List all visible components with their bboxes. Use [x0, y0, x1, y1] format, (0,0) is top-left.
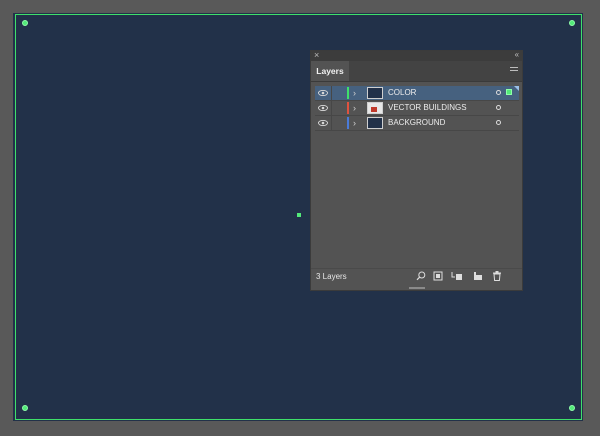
selection-center-point [297, 213, 301, 217]
panel-footer: 3 Layers [311, 268, 522, 285]
lock-toggle[interactable] [331, 101, 347, 115]
expand-chevron-icon[interactable]: › [353, 86, 356, 100]
search-icon[interactable] [415, 270, 427, 282]
layers-panel: × ‹‹ Layers › COLOR › VECTOR BUILDINGS ›… [310, 50, 523, 291]
layer-thumbnail [367, 117, 383, 129]
selection-handle-bottom-right[interactable] [569, 405, 575, 411]
layer-row-color[interactable]: › COLOR [315, 86, 519, 101]
lock-toggle[interactable] [331, 86, 347, 100]
panel-tab-bar: Layers [311, 61, 522, 82]
selection-handle-top-right[interactable] [569, 20, 575, 26]
layer-row-background[interactable]: › BACKGROUND [315, 116, 519, 131]
visibility-eye-icon[interactable] [315, 101, 330, 115]
expand-chevron-icon[interactable]: › [353, 101, 356, 115]
selection-indicator[interactable] [506, 89, 512, 95]
layer-count: 3 Layers [316, 272, 347, 281]
target-circle-icon[interactable] [496, 90, 501, 95]
trash-icon[interactable] [491, 270, 503, 282]
layer-color-bar [347, 102, 349, 114]
layer-row-vector-buildings[interactable]: › VECTOR BUILDINGS [315, 101, 519, 116]
resize-grip-icon[interactable] [408, 287, 425, 289]
target-circle-icon[interactable] [496, 105, 501, 110]
layer-name[interactable]: BACKGROUND [388, 116, 445, 130]
selection-handle-top-left[interactable] [22, 20, 28, 26]
new-layer-icon[interactable] [472, 270, 484, 282]
selection-handle-bottom-left[interactable] [22, 405, 28, 411]
layers-list: › COLOR › VECTOR BUILDINGS › BACKGROUND [315, 86, 519, 131]
tab-layers[interactable]: Layers [311, 61, 349, 81]
layer-color-bar [347, 117, 349, 129]
clipping-mask-icon[interactable] [432, 270, 444, 282]
lock-toggle[interactable] [331, 116, 347, 130]
current-layer-marker [514, 86, 519, 91]
layer-color-bar [347, 87, 349, 99]
target-circle-icon[interactable] [496, 120, 501, 125]
visibility-eye-icon[interactable] [315, 86, 330, 100]
new-sublayer-icon[interactable] [451, 270, 463, 282]
visibility-eye-icon[interactable] [315, 116, 330, 130]
panel-title-bar[interactable]: × ‹‹ [311, 50, 522, 61]
panel-menu-icon[interactable] [510, 67, 518, 74]
layer-thumbnail [367, 102, 383, 114]
expand-chevron-icon[interactable]: › [353, 116, 356, 130]
layer-thumbnail [367, 87, 383, 99]
layer-name[interactable]: COLOR [388, 86, 416, 100]
close-icon[interactable]: × [314, 50, 319, 60]
layer-name[interactable]: VECTOR BUILDINGS [388, 101, 467, 115]
collapse-icon[interactable]: ‹‹ [515, 50, 519, 59]
